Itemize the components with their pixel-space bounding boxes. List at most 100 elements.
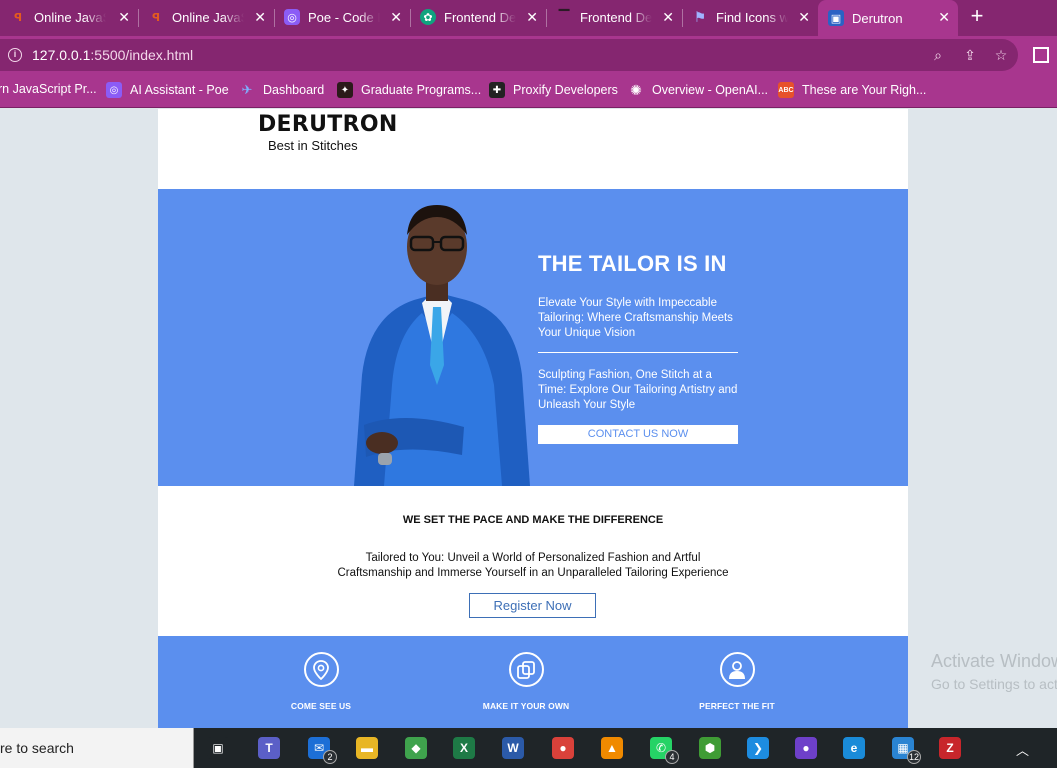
hero-title: THE TAILOR IS IN [538,251,727,276]
openai-icon: ✺ [630,81,642,98]
features-section: COME SEE US MAKE IT YOUR OWN PERFECT THE… [158,636,908,728]
browser-tab[interactable]: ꟼ Online JavaScript ✕ [10,0,138,34]
close-icon[interactable]: ✕ [662,9,674,25]
edge-taskbar-button[interactable]: e [840,734,868,762]
hero-paragraph: Sculpting Fashion, One Stitch at a Time:… [538,369,738,411]
activate-windows-hint: Go to Settings to activate Windows. [931,676,1057,692]
vlc-icon: ▲ [601,737,623,759]
bookmark-item[interactable]: ◎ AI Assistant - Poe [106,82,229,98]
bookmark-label: Dashboard [263,83,325,97]
browser-tab[interactable]: ⚑ Find Icons with ✕ [692,0,818,34]
bookmark-item[interactable]: rn JavaScript Pr... [0,82,97,96]
section-description: Tailored to You: Unveil a World of Perso… [337,552,729,579]
rights-icon: ABC [778,82,794,98]
bookmark-label: rn JavaScript Pr... [0,82,97,96]
nodejs-icon: ⬢ [699,737,721,759]
chevron-up-icon[interactable]: ︿ [1016,740,1029,759]
close-icon[interactable]: ✕ [526,9,538,25]
taskbar-search-box[interactable]: re to search [0,728,194,768]
browser-tab[interactable]: ▔ Frontend Dev ✕ [556,0,682,34]
excel-icon: X [453,737,475,759]
tailor-portrait-image [354,205,530,486]
browser-tab-active[interactable]: ▣ Derutron ✕ [818,0,958,36]
chrome-icon: ● [552,737,574,759]
hero-divider [538,352,738,353]
zoom-icon[interactable]: ⌕ [930,47,946,63]
bookmark-item[interactable]: ✈ Dashboard [239,82,325,98]
feature-label: COME SEE US [290,701,352,711]
notification-badge: 2 [323,750,337,764]
close-icon[interactable]: ✕ [118,9,130,25]
address-bar-row: i 127.0.0.1:5500/index.html ⌕ ⇪ ☆ [0,36,1057,74]
bookmark-label: These are Your Righ... [802,83,927,97]
github-taskbar-button[interactable]: ● [792,734,820,762]
notification-badge: 4 [665,750,679,764]
bookmark-item[interactable]: ✦ Graduate Programs... [337,82,481,98]
edge-icon: e [843,737,865,759]
browser-tab[interactable]: ꟼ Online JavaScript ✕ [148,0,274,34]
browser-tab[interactable]: ✿ Frontend Dev ✕ [420,0,546,34]
close-icon[interactable]: ✕ [390,9,402,25]
poe-icon: ◎ [284,9,300,25]
frontend-icon: ▔ [558,8,570,25]
feature-perfect-the-fit[interactable]: PERFECT THE FIT [657,652,817,711]
bookmark-item[interactable]: ✚ Proxify Developers [489,82,618,98]
tab-title: Frontend Dev [444,9,516,25]
github-icon: ● [795,737,817,759]
feature-label: PERFECT THE FIT [699,701,775,711]
contact-us-button[interactable]: CONTACT US NOW [538,425,738,444]
whatsapp-taskbar-button[interactable]: ✆ 4 [647,734,679,764]
location-pin-icon [303,652,339,687]
share-icon[interactable]: ⇪ [962,47,978,63]
tab-title: Find Icons with [716,9,788,25]
proxify-icon: ✚ [489,82,505,98]
qr-code-icon[interactable] [1033,47,1049,63]
vlc-taskbar-button[interactable]: ▲ [598,734,626,762]
word-taskbar-button[interactable]: W [499,734,527,762]
section-heading: WE SET THE PACE AND MAKE THE DIFFERENCE [402,514,664,526]
file-explorer-icon: ▬ [356,737,378,759]
word-icon: W [502,737,524,759]
filezilla-icon: Z [939,737,961,759]
bookmark-label: Graduate Programs... [361,83,482,97]
tab-title: Online JavaScript [172,9,244,25]
site-container: DERUTRON Best in Stitches THE TAILOR IS … [158,109,908,728]
copy-icon [508,652,544,687]
vscode-taskbar-button[interactable]: ❯ [744,734,772,762]
bookmark-item[interactable]: ABC These are Your Righ... [778,82,926,98]
feature-come-see-us[interactable]: COME SEE US [241,652,401,711]
nodejs-taskbar-button[interactable]: ⬢ [696,734,724,762]
chatgpt-icon: ✿ [420,9,436,25]
activate-windows-watermark: Activate Windows [931,651,1057,671]
browser-tab[interactable]: ◎ Poe - Code Ed ✕ [284,0,410,34]
address-bar[interactable]: i 127.0.0.1:5500/index.html ⌕ ⇪ ☆ [0,39,1018,71]
vscode-icon: ❯ [747,737,769,759]
close-icon[interactable]: ✕ [938,9,950,25]
task-view-taskbar-button[interactable]: ▣ [204,734,232,762]
hero-section: THE TAILOR IS IN Elevate Your Style with… [158,189,908,486]
tab-title: Derutron [852,10,903,26]
site-info-icon[interactable]: i [8,48,22,62]
register-now-button[interactable]: Register Now [469,593,596,618]
git-taskbar-button[interactable]: ◆ [402,734,430,762]
teams-taskbar-button[interactable]: T [255,734,283,762]
page-viewport: DERUTRON Best in Stitches THE TAILOR IS … [0,109,1057,728]
filezilla-taskbar-button[interactable]: Z [936,734,964,762]
hero-paragraph: Elevate Your Style with Impeccable Tailo… [538,297,733,339]
address-url[interactable]: 127.0.0.1:5500/index.html [32,47,193,63]
close-icon[interactable]: ✕ [254,9,266,25]
new-tab-button[interactable]: + [966,5,988,27]
file-explorer-taskbar-button[interactable]: ▬ [353,734,381,762]
chrome-taskbar-button[interactable]: ● [543,728,583,768]
excel-taskbar-button[interactable]: X [450,734,478,762]
mail-taskbar-button[interactable]: ✉ 2 [305,734,337,764]
user-icon [719,652,755,687]
close-icon[interactable]: ✕ [798,9,810,25]
teams-desktop-taskbar-button[interactable]: ▦ 12 [889,734,921,764]
windows-taskbar: re to search ▣ T ✉ 2 ▬ ◆ X W ● ▲ ✆ 4 ⬢ ❯ ● e ▦ 12 Z ︿ [0,728,1057,768]
bookmarks-bar: rn JavaScript Pr... ◎ AI Assistant - Poe… [0,74,1057,108]
feature-make-it-your-own[interactable]: MAKE IT YOUR OWN [446,652,606,711]
bookmark-item[interactable]: ✺ Overview - OpenAI... [628,82,768,98]
site-logo[interactable]: DERUTRON [258,112,398,137]
bookmark-star-icon[interactable]: ☆ [993,47,1009,63]
